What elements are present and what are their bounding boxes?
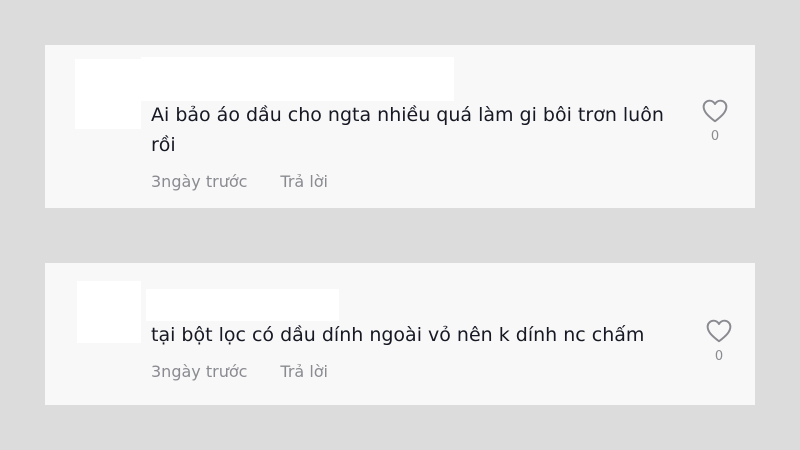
heart-outline-icon[interactable] — [702, 99, 728, 123]
heart-outline-icon[interactable] — [706, 319, 732, 343]
comment-text: Ai bảo áo dầu cho ngta nhiều quá làm gi … — [151, 104, 664, 156]
redacted-username — [146, 289, 339, 321]
reply-button[interactable]: Trả lời — [280, 172, 328, 191]
comment-timestamp: 3ngày trước — [151, 172, 248, 191]
redacted-avatar — [75, 59, 141, 129]
like-button[interactable]: 0 — [699, 319, 739, 364]
redacted-username — [141, 57, 454, 101]
like-count: 0 — [710, 129, 720, 144]
comment-meta: 3ngày trước Trả lời — [151, 362, 328, 381]
comment-card: Ai bảo áo dầu cho ngta nhiều quá làm gi … — [45, 45, 755, 208]
like-count: 0 — [714, 349, 724, 364]
redacted-avatar — [77, 281, 141, 343]
comment-meta: 3ngày trước Trả lời — [151, 172, 328, 191]
comment-text: tại bột lọc có dầu dính ngoài vỏ nên k d… — [151, 324, 645, 346]
like-button[interactable]: 0 — [695, 99, 735, 144]
reply-button[interactable]: Trả lời — [280, 362, 328, 381]
comment-card: tại bột lọc có dầu dính ngoài vỏ nên k d… — [45, 263, 755, 405]
comment-timestamp: 3ngày trước — [151, 362, 248, 381]
